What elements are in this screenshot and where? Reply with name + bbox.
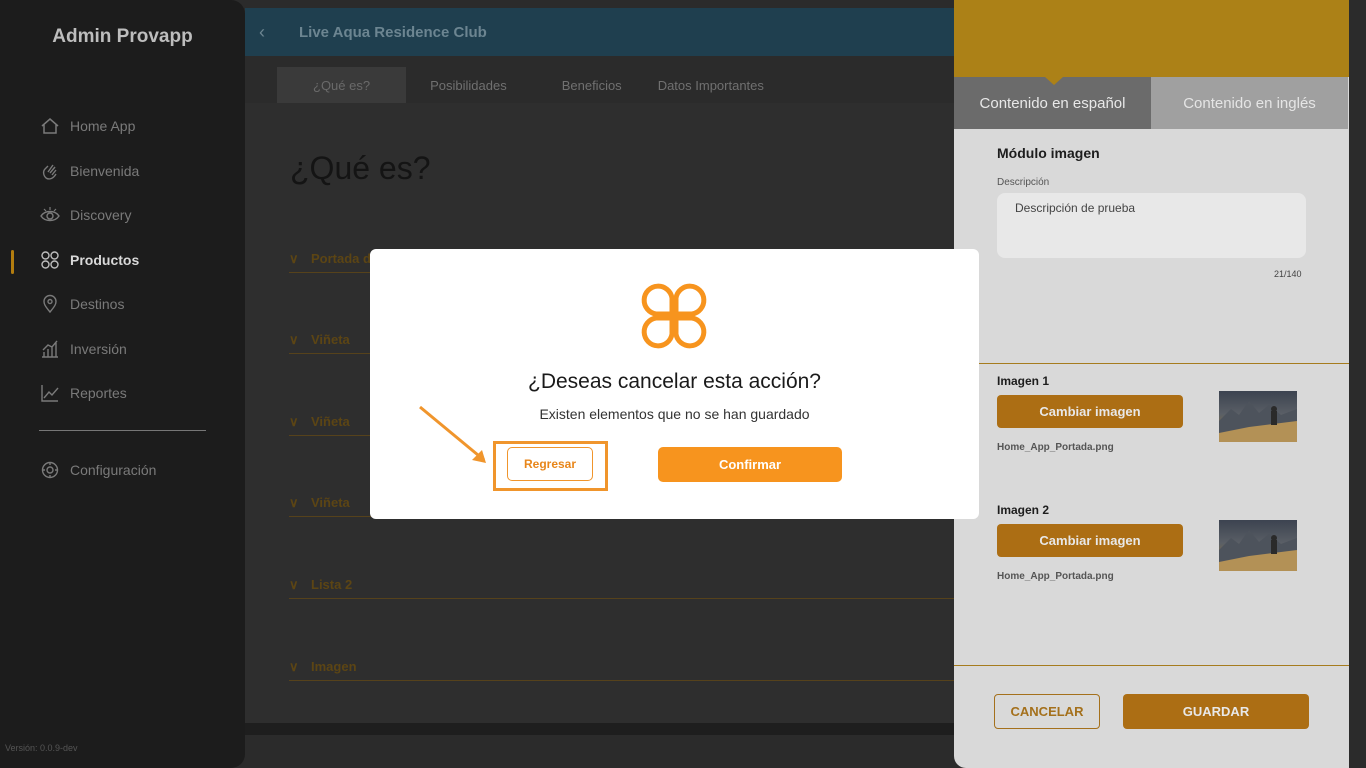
- save-button[interactable]: GUARDAR: [1123, 694, 1309, 729]
- image-1-thumbnail: [1219, 391, 1297, 442]
- annotation-arrow-icon: [419, 405, 486, 463]
- active-indicator: [11, 250, 14, 274]
- accordion-label: Viñeta: [311, 414, 350, 429]
- clover-logo-icon: [641, 283, 707, 349]
- sidebar-item-discovery[interactable]: Discovery: [40, 203, 131, 227]
- back-button[interactable]: Regresar: [507, 447, 593, 481]
- sidebar-item-bienvenida[interactable]: Bienvenida: [40, 159, 139, 183]
- section-title: Módulo imagen: [997, 145, 1100, 161]
- edit-drawer: Contenido en español Contenido en inglés…: [954, 0, 1349, 768]
- sidebar-item-productos[interactable]: Productos: [40, 248, 139, 272]
- sidebar-item-label: Discovery: [70, 207, 132, 223]
- header-bar: ‹ Live Aqua Residence Club: [245, 8, 954, 56]
- image-1-filename: Home_App_Portada.png: [997, 442, 1114, 453]
- accordion-imagen[interactable]: ∨ Imagen: [289, 659, 954, 681]
- sidebar-divider: [39, 430, 206, 431]
- drawer-header: [954, 0, 1349, 77]
- confirm-cancel-dialog: ¿Deseas cancelar esta acción? Existen el…: [370, 249, 979, 519]
- drawer-divider: [954, 363, 1349, 364]
- sidebar-item-reportes[interactable]: Reportes: [40, 381, 127, 405]
- version-label: Versión: 0.0.9-dev: [5, 743, 78, 753]
- home-icon: [41, 118, 59, 134]
- image-2-label: Imagen 2: [997, 503, 1050, 517]
- tab-beneficios[interactable]: Beneficios: [531, 67, 640, 103]
- page-title: ¿Qué es?: [290, 150, 431, 186]
- drawer-footer-divider: [954, 665, 1349, 666]
- change-image-1-button[interactable]: Cambiar imagen: [997, 395, 1183, 428]
- tab-posibilidades[interactable]: Posibilidades: [406, 67, 531, 103]
- description-textarea[interactable]: Descripción de prueba: [997, 193, 1306, 258]
- chevron-down-icon: ∨: [289, 332, 299, 347]
- scrollbar[interactable]: [1349, 0, 1366, 768]
- chevron-down-icon: ∨: [289, 414, 299, 429]
- accordion-label: Portada d: [311, 251, 371, 266]
- chevron-down-icon: ∨: [289, 659, 299, 674]
- header-title: Live Aqua Residence Club: [299, 23, 487, 41]
- sidebar-item-label: Productos: [70, 252, 140, 268]
- gear-icon: [41, 461, 59, 479]
- sidebar-item-label: Destinos: [70, 296, 125, 312]
- bottom-strip: [245, 723, 954, 735]
- chevron-down-icon: ∨: [289, 495, 299, 510]
- accordion-label: Lista 2: [311, 577, 353, 592]
- chevron-down-icon: ∨: [289, 251, 299, 266]
- back-arrow-icon[interactable]: ‹: [259, 22, 279, 43]
- tab-notch: [1045, 77, 1063, 85]
- change-image-2-button[interactable]: Cambiar imagen: [997, 524, 1183, 557]
- confirm-button[interactable]: Confirmar: [658, 447, 842, 482]
- sidebar-item-label: Bienvenida: [70, 163, 140, 179]
- sidebar-item-home-app[interactable]: Home App: [40, 114, 135, 138]
- description-label: Descripción: [997, 177, 1050, 188]
- grid-icon: [41, 251, 59, 269]
- sidebar-item-inversion[interactable]: Inversión: [40, 337, 127, 361]
- tab-contenido-ingles[interactable]: Contenido en inglés: [1151, 77, 1348, 129]
- dialog-title: ¿Deseas cancelar esta acción?: [528, 370, 821, 393]
- image-1-label: Imagen 1: [997, 374, 1050, 388]
- section-tabs: ¿Qué es? Posibilidades Beneficios Datos …: [277, 67, 782, 103]
- sidebar: Admin Provapp Home App Bienvenida Discov…: [0, 0, 245, 768]
- accordion-label: Viñeta: [311, 495, 350, 510]
- image-2-thumbnail: [1219, 520, 1297, 571]
- location-pin-icon: [43, 294, 57, 314]
- sidebar-item-configuracion[interactable]: Configuración: [40, 458, 156, 482]
- sidebar-item-label: Inversión: [70, 341, 127, 357]
- sidebar-item-label: Reportes: [70, 385, 127, 401]
- sidebar-item-destinos[interactable]: Destinos: [40, 292, 124, 316]
- language-tabs: Contenido en español Contenido en inglés: [954, 77, 1349, 129]
- bar-chart-icon: [42, 340, 58, 358]
- accordion-lista-2[interactable]: ∨ Lista 2: [289, 577, 954, 599]
- image-2-filename: Home_App_Portada.png: [997, 571, 1114, 582]
- accordion-label: Imagen: [311, 659, 357, 674]
- brand-title: Admin Provapp: [52, 26, 193, 47]
- accordion-label: Viñeta: [311, 332, 350, 347]
- char-counter: 21/140: [1274, 269, 1302, 279]
- sidebar-item-label: Home App: [70, 118, 136, 134]
- chevron-down-icon: ∨: [289, 577, 299, 592]
- hand-wave-icon: [42, 164, 57, 180]
- line-chart-icon: [41, 385, 59, 402]
- eye-icon: [40, 207, 60, 222]
- sidebar-item-label: Configuración: [70, 462, 157, 478]
- tab-que-es[interactable]: ¿Qué es?: [277, 67, 407, 103]
- tab-datos-importantes[interactable]: Datos Importantes: [640, 67, 782, 103]
- cancel-button[interactable]: CANCELAR: [994, 694, 1100, 729]
